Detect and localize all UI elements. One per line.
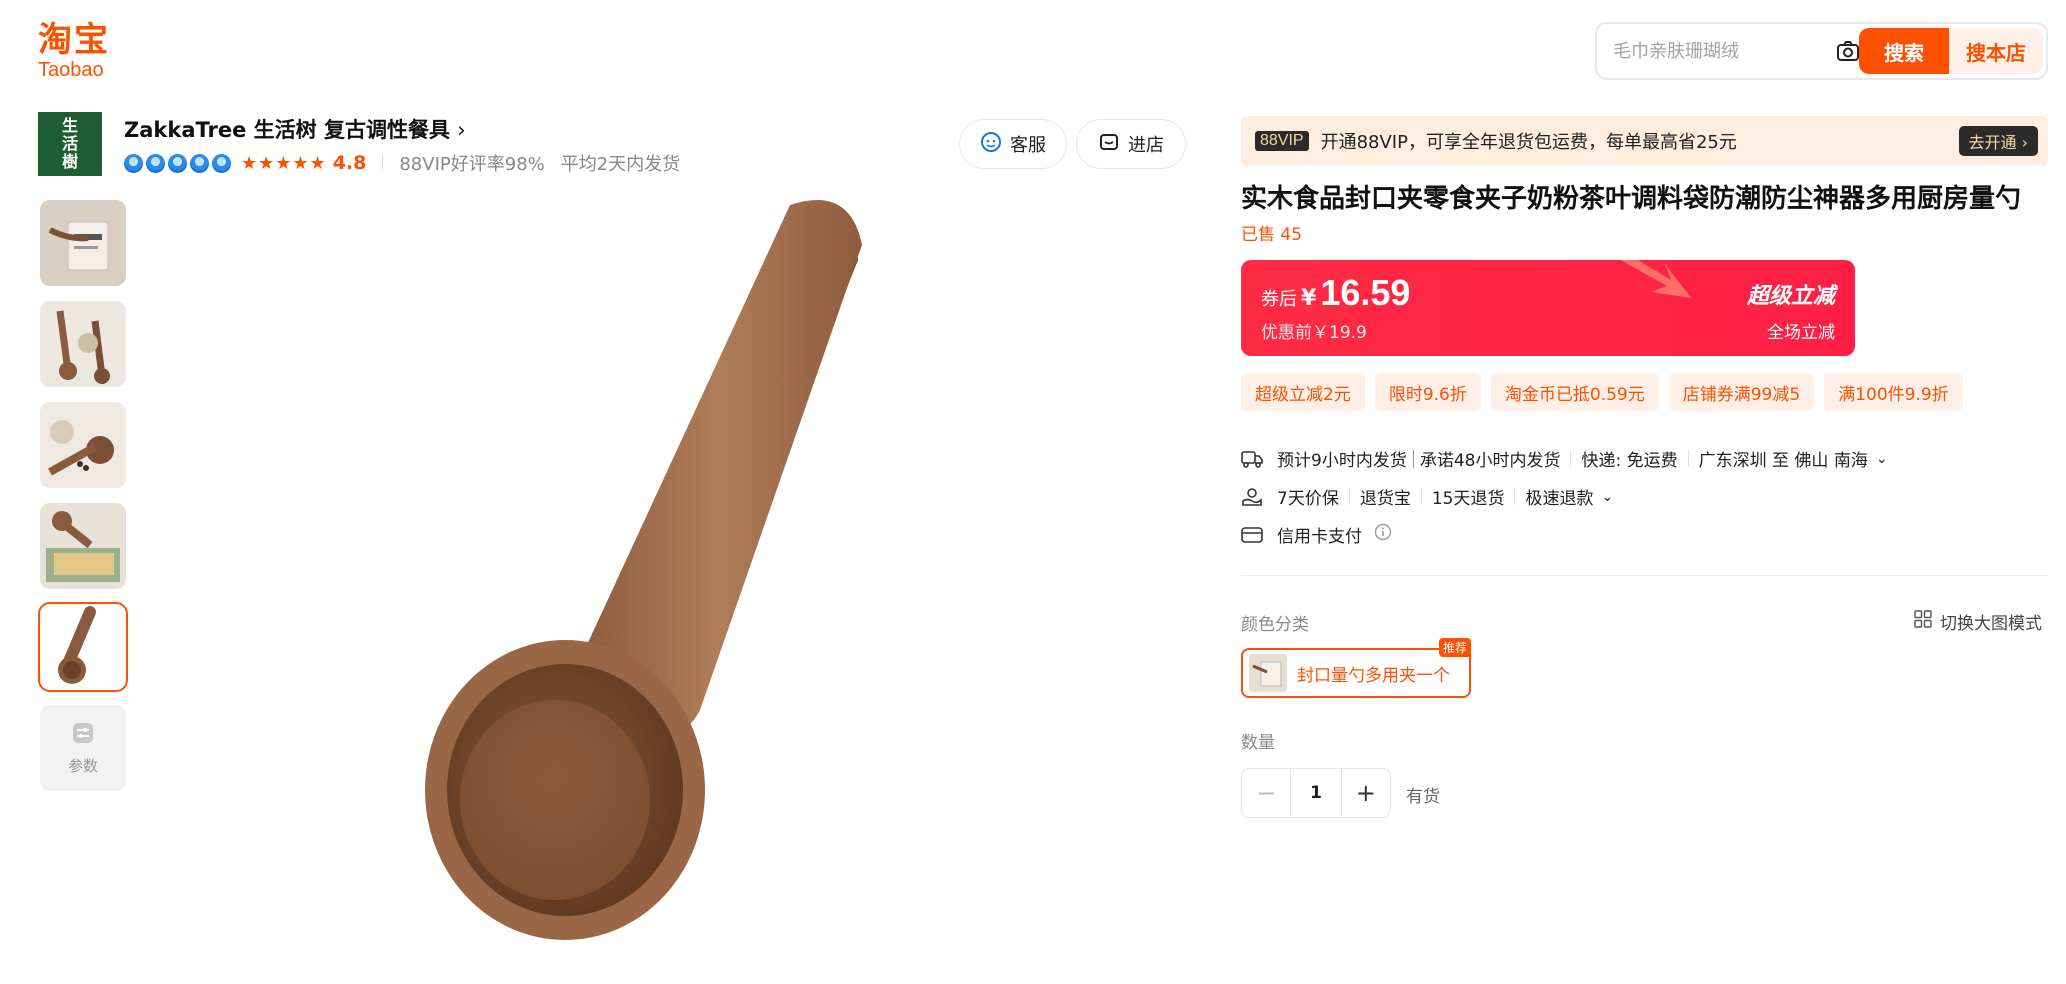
sku-name: 封口量勺多用夹一个	[1297, 665, 1450, 686]
store-icon	[1098, 131, 1120, 158]
coupon-tag[interactable]: 满100件9.9折	[1824, 373, 1963, 411]
customer-service-button[interactable]: 客服	[959, 119, 1067, 169]
original-price: 优惠前￥19.9	[1261, 323, 1367, 343]
stock-status: 有货	[1406, 787, 1440, 807]
super-discount-label: 超级立减	[1746, 284, 1835, 309]
search-store-button[interactable]: 搜本店	[1949, 28, 2043, 74]
vip-text: 开通88VIP，可享全年退货包运费，每单最高省25元	[1320, 132, 1737, 153]
price-label: 券后	[1261, 289, 1297, 310]
quantity-label: 数量	[1241, 733, 1275, 753]
good-rate: 88VIP好评率98%	[399, 154, 545, 175]
chat-face-icon	[980, 131, 1002, 158]
coupon-tag[interactable]: 超级立减2元	[1241, 373, 1365, 411]
guarantee-item: 15天退货	[1431, 489, 1505, 509]
sold-count: 已售 45	[1241, 225, 1303, 245]
star-rating-icons: ★★★★★	[241, 152, 327, 174]
payment-method: 信用卡支付	[1277, 527, 1362, 547]
taobao-logo[interactable]: 淘宝 Taobao	[38, 22, 128, 80]
express-fee: 快递: 免运费	[1581, 451, 1678, 471]
search-input[interactable]	[1613, 40, 1823, 62]
ship-route-selector[interactable]: 广东深圳 至 佛山 南海 ⌄	[1698, 446, 1888, 472]
ship-promise: 承诺48小时内发货	[1419, 451, 1561, 471]
guarantee-row: 7天价保 退货宝 15天退货 极速退款 ⌄	[1241, 484, 1613, 509]
store-wide-discount-label: 全场立减	[1767, 323, 1835, 343]
thumbnail-1[interactable]	[40, 200, 126, 286]
price-value: 16.59	[1320, 272, 1411, 313]
customer-service-label: 客服	[1010, 135, 1046, 156]
chevron-down-icon: ⌄	[1875, 450, 1888, 467]
switch-large-view-button[interactable]: 切换大图模式	[1914, 609, 2042, 634]
store-name-link[interactable]: ZakkaTree 生活树 复古调性餐具 ›	[124, 114, 466, 144]
logo-cn: 淘宝	[38, 20, 110, 60]
quantity-value[interactable]: 1	[1291, 769, 1340, 817]
chevron-right-icon: ›	[457, 118, 466, 142]
color-category-label: 颜色分类	[1241, 615, 1309, 635]
arrow-decoration-icon	[1621, 260, 1691, 298]
thumbnail-list: 参数	[38, 200, 130, 806]
enter-store-label: 进店	[1128, 135, 1164, 156]
crown-level-icons	[124, 153, 231, 173]
guarantee-expand[interactable]: 极速退款 ⌄	[1525, 484, 1614, 510]
search-button[interactable]: 搜索	[1859, 28, 1949, 74]
thumbnail-4[interactable]	[40, 503, 126, 589]
payment-row: 信用卡支付	[1241, 522, 1392, 547]
recommended-badge: 推荐	[1438, 638, 1471, 657]
coupon-tag[interactable]: 淘金币已抵0.59元	[1490, 373, 1659, 411]
store-meta: ★★★★★ 4.8 88VIP好评率98% 平均2天内发货	[124, 150, 680, 176]
quantity-stepper: − 1 +	[1241, 768, 1391, 818]
coupon-list: 超级立减2元 限时9.6折 淘金币已抵0.59元 店铺券满99减5 满100件9…	[1241, 373, 1963, 411]
thumbnail-5-selected[interactable]	[38, 602, 128, 692]
params-button[interactable]: 参数	[40, 705, 126, 791]
ship-route: 广东深圳 至 佛山 南海	[1698, 451, 1868, 471]
shipping-row: 预计9小时内发货 承诺48小时内发货 快递: 免运费 广东深圳 至 佛山 南海 …	[1241, 446, 1888, 471]
credit-card-icon	[1241, 524, 1263, 546]
divider	[1241, 575, 2048, 576]
switch-view-label: 切换大图模式	[1940, 614, 2042, 634]
ship-time: 平均2天内发货	[560, 154, 681, 175]
decrease-quantity-button[interactable]: −	[1242, 769, 1292, 817]
search-box: 搜索 搜本店	[1595, 22, 2048, 80]
info-icon[interactable]	[1374, 523, 1392, 546]
hand-shield-icon	[1241, 486, 1263, 508]
sliders-icon	[71, 721, 95, 749]
guarantee-item: 退货宝	[1359, 489, 1411, 509]
price-box: 券后 ¥ 16.59 优惠前￥19.9 超级立减 全场立减	[1241, 260, 1855, 356]
thumbnail-2[interactable]	[40, 301, 126, 387]
guarantee-item: 7天价保	[1277, 489, 1339, 509]
price-currency: ¥	[1301, 286, 1317, 311]
thumbnail-3[interactable]	[40, 402, 126, 488]
store-logo-char: 樹	[61, 152, 78, 171]
product-title: 实木食品封口夹零食夹子奶粉茶叶调料袋防潮防尘神器多用厨房量勺	[1241, 184, 2022, 214]
sku-thumbnail	[1249, 654, 1287, 692]
increase-quantity-button[interactable]: +	[1340, 769, 1390, 817]
vip-badge: 88VIP	[1255, 131, 1309, 151]
store-logo[interactable]: 生 活 樹	[38, 112, 102, 176]
main-product-image	[425, 200, 862, 940]
enter-store-button[interactable]: 进店	[1076, 119, 1186, 169]
truck-icon	[1241, 448, 1263, 470]
vip-open-button[interactable]: 去开通 ›	[1958, 126, 2038, 156]
params-label: 参数	[67, 756, 98, 775]
coupon-tag[interactable]: 店铺券满99减5	[1668, 373, 1815, 411]
ship-estimate: 预计9小时内发货	[1277, 451, 1407, 471]
logo-en: Taobao	[38, 59, 104, 81]
store-logo-char: 生	[61, 116, 78, 135]
vip-promo-bar: 88VIP 开通88VIP，可享全年退货包运费，每单最高省25元 去开通 ›	[1241, 116, 2048, 166]
store-rating: 4.8	[332, 152, 367, 174]
store-name: ZakkaTree 生活树 复古调性餐具	[124, 118, 450, 142]
guarantee-item: 极速退款	[1525, 489, 1594, 509]
sku-option-selected[interactable]: 封口量勺多用夹一个 推荐	[1241, 638, 1471, 698]
coupon-tag[interactable]: 限时9.6折	[1374, 373, 1481, 411]
store-logo-char: 活	[61, 134, 78, 153]
chevron-down-icon: ⌄	[1601, 488, 1614, 505]
grid-icon	[1914, 610, 1932, 633]
